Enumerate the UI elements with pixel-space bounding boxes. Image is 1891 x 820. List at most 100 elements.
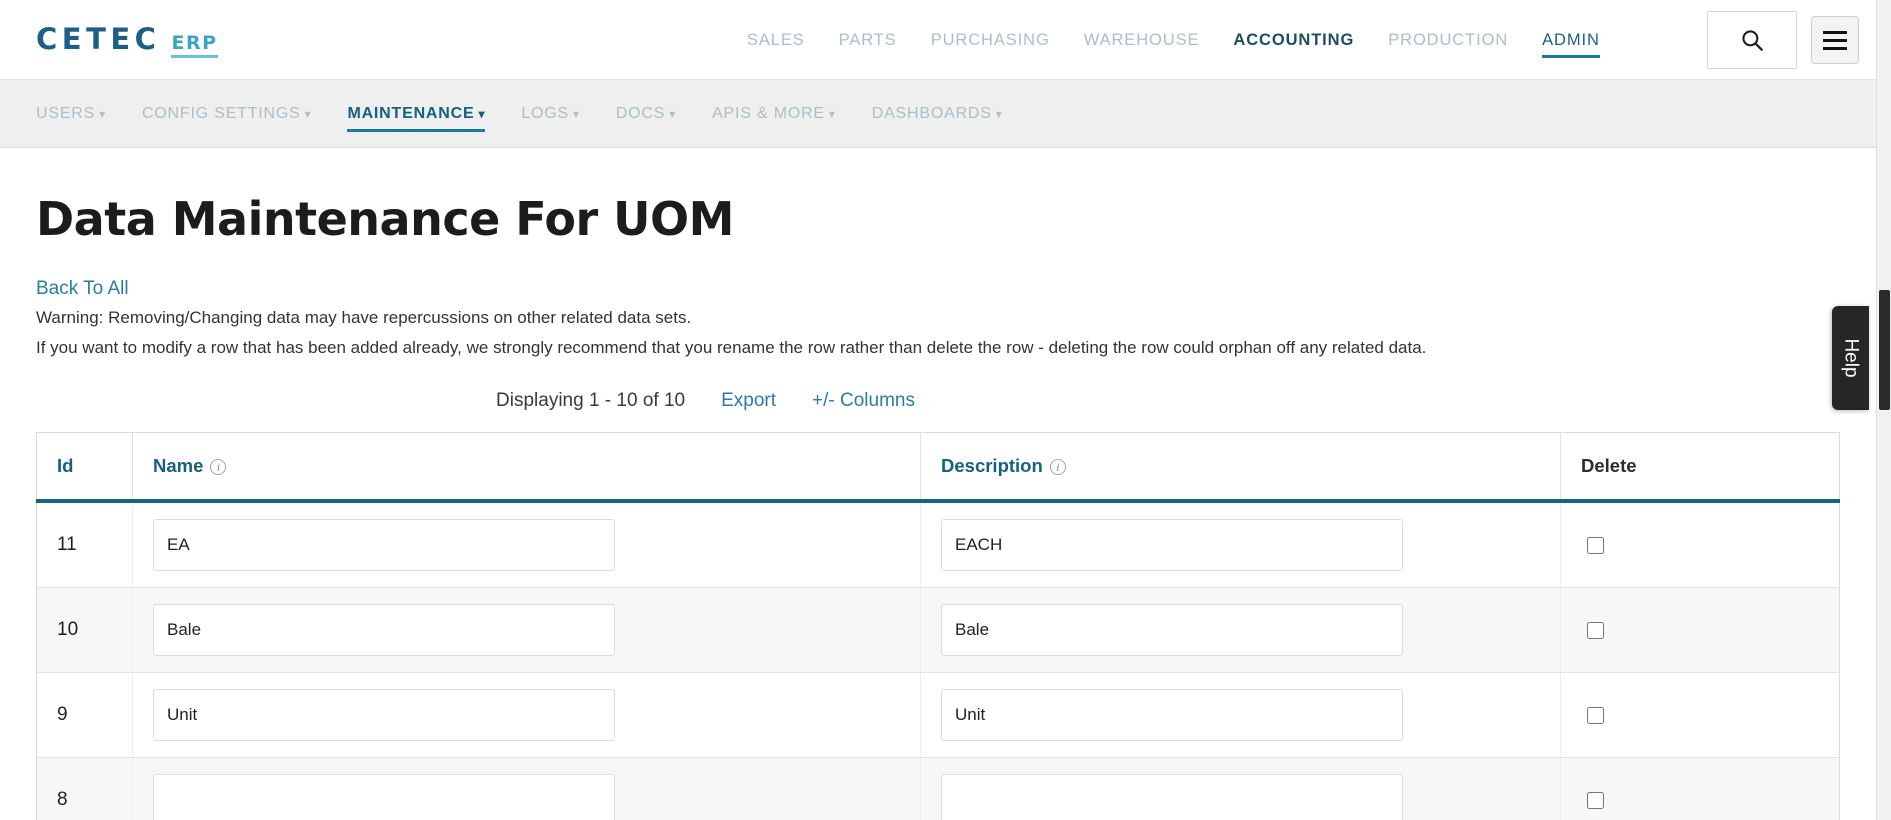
nav-item-purchasing[interactable]: PURCHASING xyxy=(914,0,1067,80)
cell-id: 9 xyxy=(36,672,133,759)
delete-checkbox-wrapper xyxy=(1581,706,1819,724)
description-input[interactable] xyxy=(941,689,1403,742)
column-header-id[interactable]: Id xyxy=(36,432,133,504)
cell-name xyxy=(132,587,921,674)
help-tab-label: Help xyxy=(1840,338,1862,378)
brand-logo[interactable]: CETEC ERP xyxy=(36,22,218,58)
secondary-navigation: USERS ▾ CONFIG SETTINGS ▾ MAINTENANCE ▾ LOG… xyxy=(0,80,1891,148)
search-icon xyxy=(1742,30,1763,51)
description-input[interactable] xyxy=(941,774,1403,820)
search-button[interactable] xyxy=(1707,11,1797,69)
delete-checkbox-wrapper xyxy=(1581,791,1819,809)
name-input[interactable] xyxy=(153,774,615,820)
description-input[interactable] xyxy=(941,604,1403,657)
name-input[interactable] xyxy=(153,519,615,572)
table-row: 11 xyxy=(36,501,1840,589)
cell-delete xyxy=(1560,757,1840,820)
delete-checkbox[interactable] xyxy=(1587,791,1604,809)
column-header-name[interactable]: Name i xyxy=(132,432,921,504)
info-icon[interactable]: i xyxy=(210,459,227,476)
table-row: 10 xyxy=(36,587,1840,674)
header-actions xyxy=(1707,0,1859,80)
hamburger-icon-bar xyxy=(1823,46,1847,50)
cell-name xyxy=(132,672,921,759)
name-input[interactable] xyxy=(153,604,615,657)
cell-id: 8 xyxy=(36,757,133,820)
subnav-label: APIS & MORE xyxy=(712,104,825,122)
table-header: Id Name i Description i Delete xyxy=(36,432,1840,504)
page-content: Data Maintenance For UOM Back To All War… xyxy=(0,192,1891,820)
nav-item-production[interactable]: PRODUCTION xyxy=(1371,0,1525,80)
subnav-label: DOCS xyxy=(615,104,666,122)
help-tab-button[interactable]: Help xyxy=(1832,306,1869,410)
hamburger-icon-bar xyxy=(1823,38,1847,42)
hamburger-icon-bar xyxy=(1823,30,1847,34)
chevron-down-icon: ▾ xyxy=(99,106,106,121)
nav-item-sales[interactable]: SALES xyxy=(730,0,822,80)
subnav-item-logs[interactable]: LOGS ▾ xyxy=(503,80,598,148)
cell-name xyxy=(132,757,921,820)
cell-description xyxy=(920,587,1561,674)
subnav-item-config-settings[interactable]: CONFIG SETTINGS ▾ xyxy=(124,80,330,148)
column-header-delete-label: Delete xyxy=(1581,455,1637,477)
subnav-label: DASHBOARDS xyxy=(871,104,992,122)
chevron-down-icon: ▾ xyxy=(572,106,580,121)
nav-item-accounting[interactable]: ACCOUNTING xyxy=(1216,0,1371,80)
delete-checkbox-wrapper xyxy=(1581,621,1819,639)
subnav-item-dashboards[interactable]: DASHBOARDS ▾ xyxy=(854,80,1021,148)
chevron-down-icon: ▾ xyxy=(669,106,677,121)
cell-id: 10 xyxy=(36,587,133,674)
uom-data-table: Id Name i Description i Delete 11 EA EAC… xyxy=(36,432,1840,820)
nav-item-warehouse[interactable]: WAREHOUSE xyxy=(1067,0,1217,80)
table-row: 8 xyxy=(36,757,1840,820)
column-header-delete: Delete xyxy=(1560,432,1840,504)
cell-delete xyxy=(1560,587,1840,674)
column-header-description[interactable]: Description i xyxy=(920,432,1561,504)
cell-description xyxy=(920,501,1561,589)
page-scrollbar[interactable] xyxy=(1876,0,1891,820)
name-input[interactable] xyxy=(153,689,615,742)
displaying-count-label: Displaying 1 - 10 of 10 xyxy=(496,390,686,412)
delete-checkbox-wrapper xyxy=(1581,536,1819,554)
subnav-label: USERS xyxy=(36,104,96,122)
top-header-bar: CETEC ERP SALES PARTS PURCHASING WAREHOU… xyxy=(0,0,1891,80)
delete-checkbox[interactable] xyxy=(1587,706,1604,724)
table-row: 9 xyxy=(36,672,1840,759)
cell-name xyxy=(132,501,921,589)
brand-name-secondary: ERP xyxy=(171,33,218,58)
cell-delete xyxy=(1560,672,1840,759)
table-header-row: Id Name i Description i Delete xyxy=(36,432,1840,504)
table-toolbar: Displaying 1 - 10 of 10 Export +/- Colum… xyxy=(36,390,1855,412)
subnav-item-maintenance[interactable]: MAINTENANCE ▾ xyxy=(329,80,503,148)
back-to-all-link[interactable]: Back To All xyxy=(36,278,129,300)
nav-item-parts[interactable]: PARTS xyxy=(822,0,914,80)
subnav-item-docs[interactable]: DOCS ▾ xyxy=(598,80,694,148)
column-header-description-label: Description xyxy=(941,455,1043,477)
cell-description xyxy=(920,672,1561,759)
delete-checkbox[interactable] xyxy=(1587,536,1604,554)
subnav-label: MAINTENANCE xyxy=(347,104,475,122)
subnav-item-users[interactable]: USERS ▾ xyxy=(36,80,124,148)
page-scrollbar-thumb[interactable] xyxy=(1879,290,1890,410)
column-header-id-label: Id xyxy=(57,455,74,477)
nav-item-admin[interactable]: ADMIN xyxy=(1525,0,1617,80)
warning-text-line-1: Warning: Removing/Changing data may have… xyxy=(36,308,692,327)
page-title: Data Maintenance For UOM xyxy=(36,192,734,246)
export-link[interactable]: Export xyxy=(721,390,776,412)
chevron-down-icon: ▾ xyxy=(304,106,312,121)
chevron-down-icon: ▾ xyxy=(828,106,836,121)
cell-delete xyxy=(1560,501,1840,589)
warning-text-line-2: If you want to modify a row that has bee… xyxy=(36,338,1427,358)
delete-checkbox[interactable] xyxy=(1587,621,1604,639)
subnav-label: CONFIG SETTINGS xyxy=(141,104,301,122)
cell-description xyxy=(920,757,1561,820)
hamburger-menu-button[interactable] xyxy=(1811,16,1859,64)
subnav-item-apis-and-more[interactable]: APIS & MORE ▾ xyxy=(694,80,854,148)
brand-name-primary: CETEC xyxy=(36,21,161,56)
toggle-columns-link[interactable]: +/- Columns xyxy=(812,390,915,412)
column-header-name-label: Name xyxy=(153,455,204,477)
info-icon[interactable]: i xyxy=(1049,459,1066,476)
chevron-down-icon: ▾ xyxy=(478,106,486,121)
chevron-down-icon: ▾ xyxy=(995,106,1003,121)
description-input[interactable] xyxy=(941,519,1403,572)
